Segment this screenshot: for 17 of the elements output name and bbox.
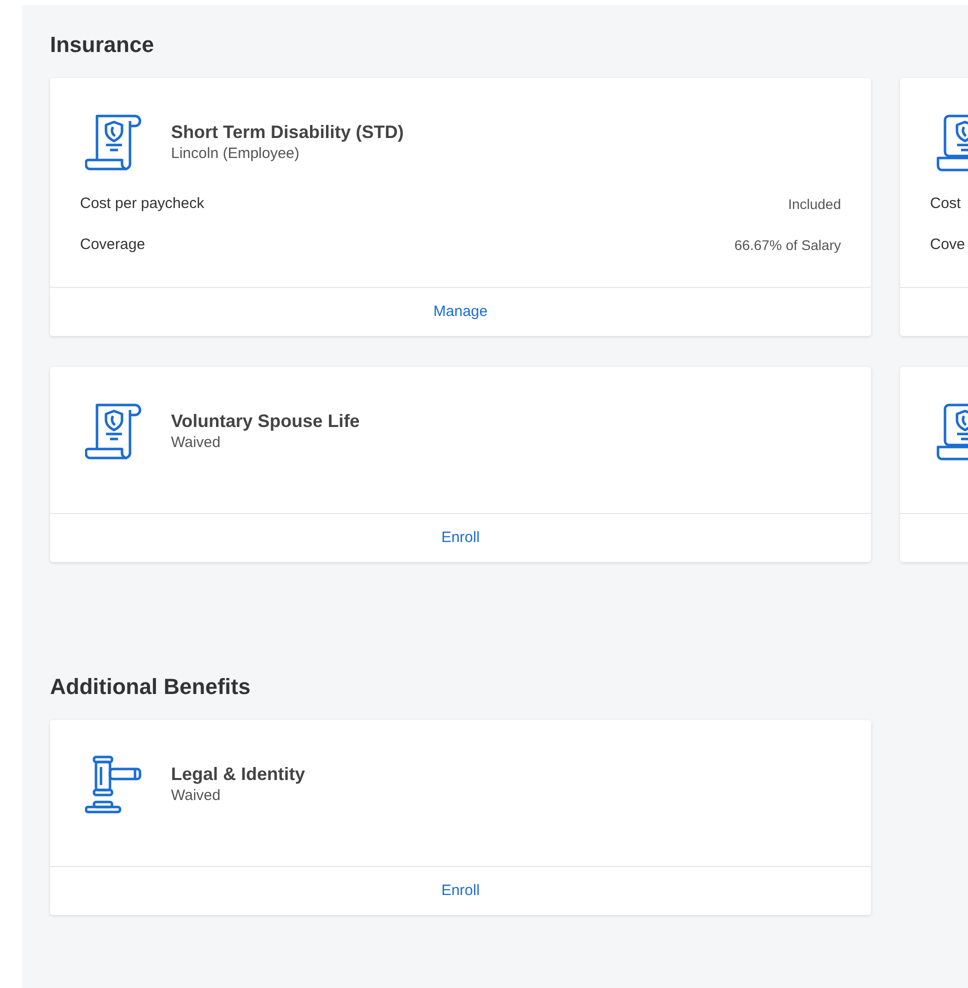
card-subtitle: Lincoln (Employee) xyxy=(171,144,300,164)
action-link[interactable]: Manage xyxy=(433,300,488,324)
card-title: Short Term Disability (STD) xyxy=(171,121,404,144)
detail-label: Cove xyxy=(930,234,966,255)
detail-value: Included xyxy=(788,194,841,214)
detail-label: Cost xyxy=(930,194,961,214)
detail-label: Cost per paycheck xyxy=(80,194,204,214)
detail-value: 66.67% of Salary xyxy=(734,236,841,255)
action-link[interactable]: Enroll xyxy=(441,526,480,550)
detail-label: Coverage xyxy=(80,234,146,255)
action-link[interactable]: Enroll xyxy=(441,880,480,902)
section-heading: Additional Benefits xyxy=(50,673,252,701)
section-heading: Insurance xyxy=(50,31,155,59)
card-subtitle: Waived xyxy=(171,433,222,453)
card-title: Voluntary Spouse Life xyxy=(171,410,360,433)
card-title: Legal & Identity xyxy=(171,763,306,786)
card-subtitle: Waived xyxy=(171,786,222,806)
